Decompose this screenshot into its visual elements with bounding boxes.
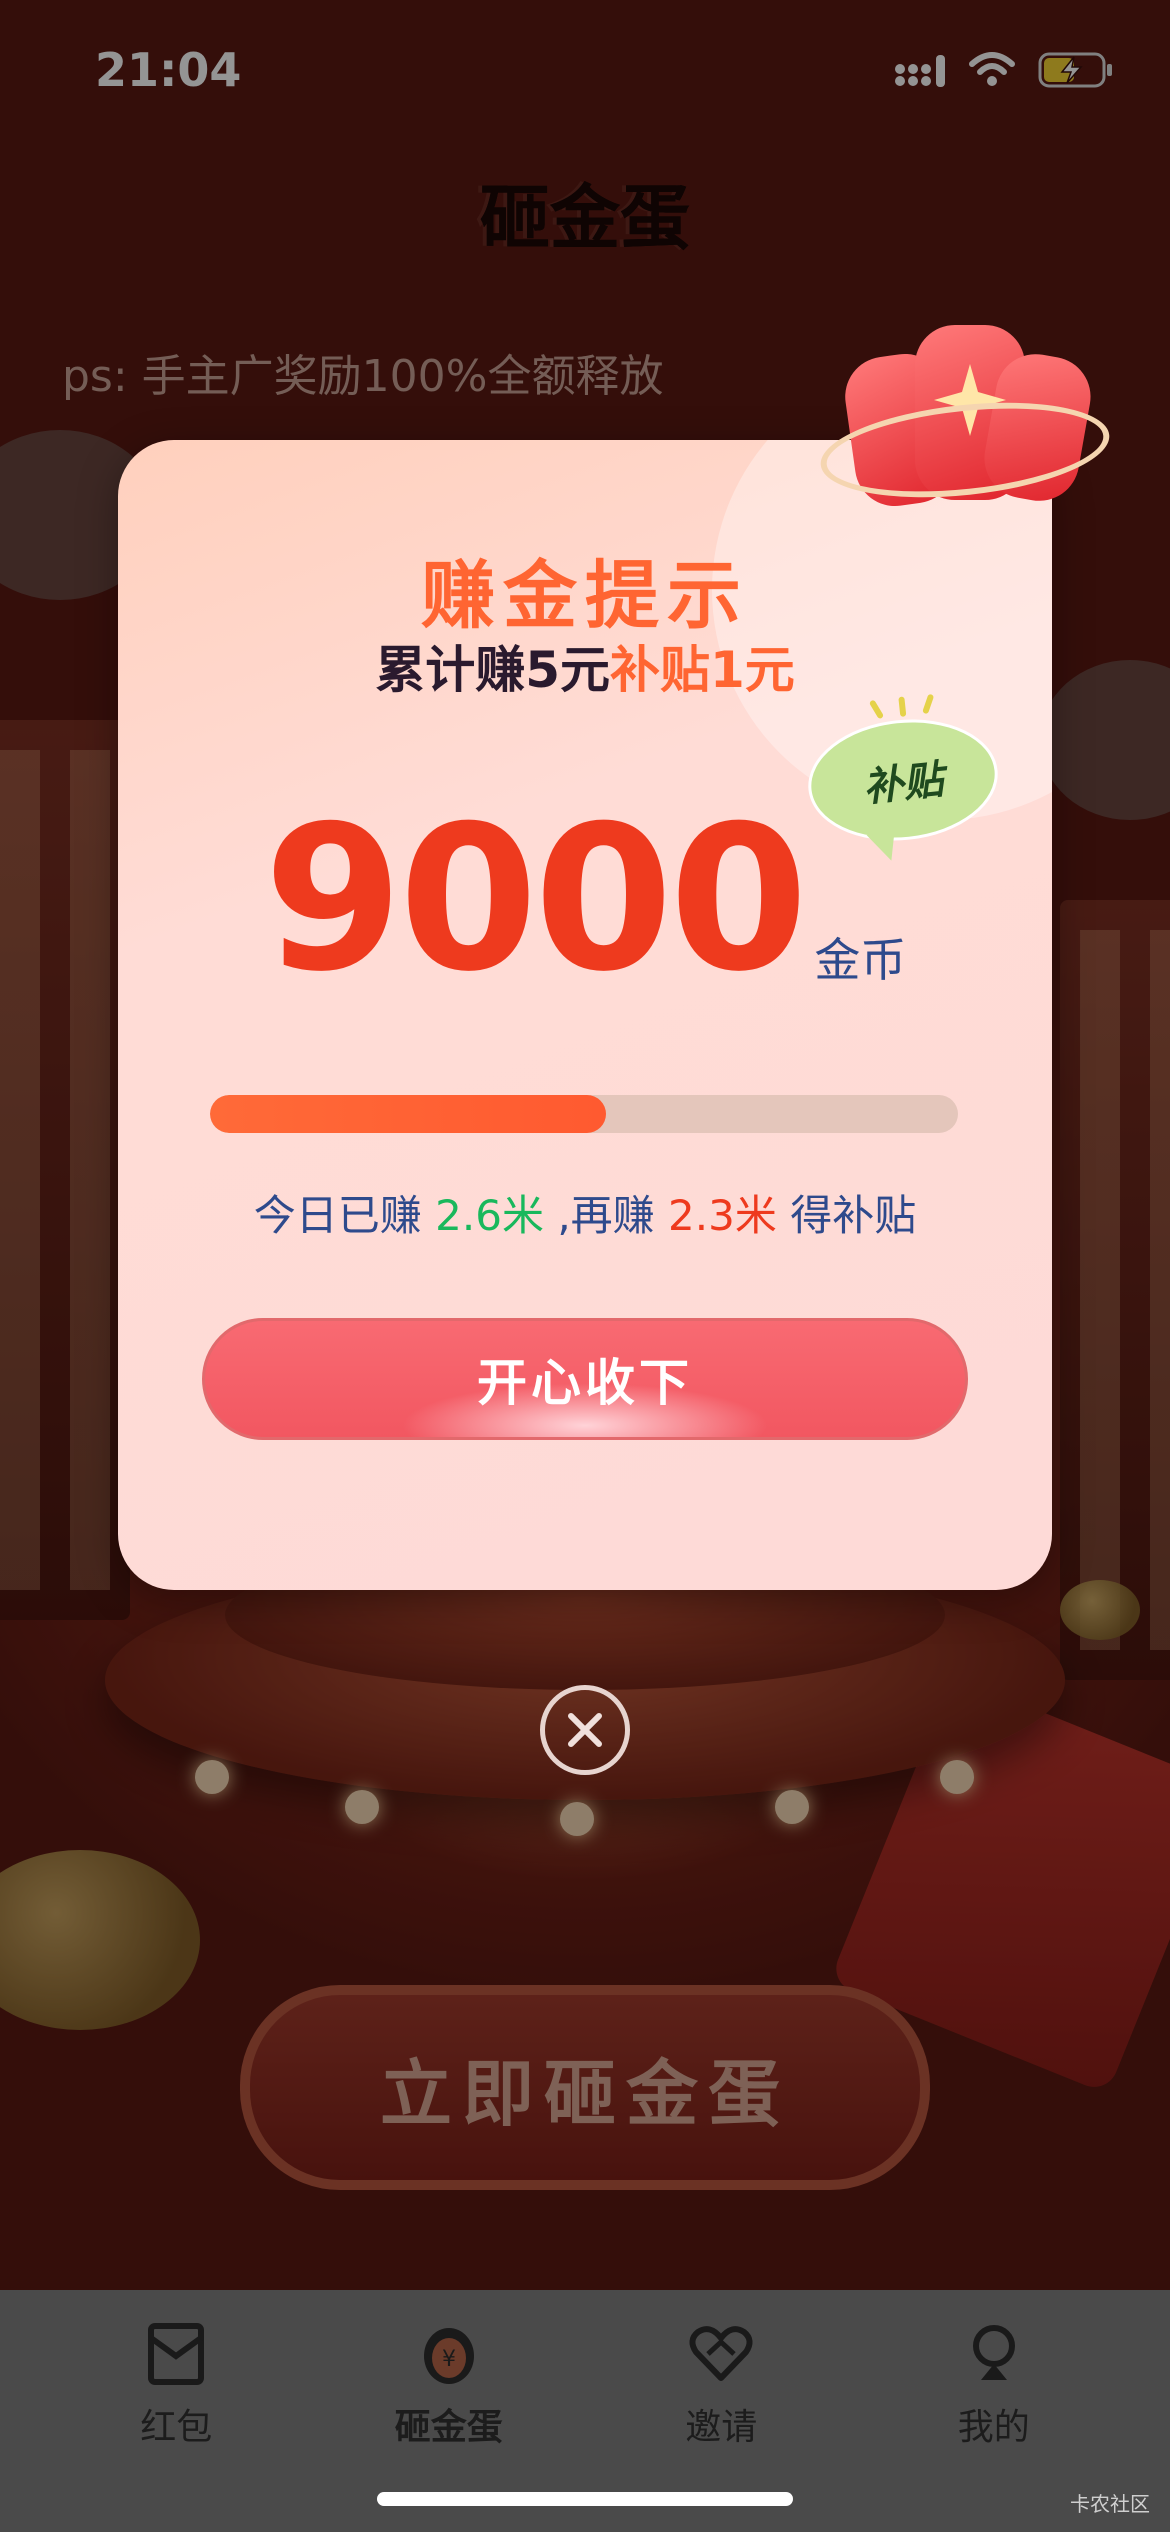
modal-subtitle: 累计赚5元补贴1元 xyxy=(118,630,1052,702)
close-icon[interactable] xyxy=(540,1685,630,1775)
tab-red-envelope[interactable]: 红包 xyxy=(76,2320,276,2532)
red-envelope-icon xyxy=(148,2323,205,2385)
tab-label: 我的 xyxy=(957,2407,1030,2448)
tab-label: 砸金蛋 xyxy=(394,2407,503,2448)
remaining-amount: 2.3米 xyxy=(668,1191,777,1240)
subtitle-prefix: 累计赚5元 xyxy=(375,641,610,699)
earn-status-text: 今日已赚 2.6米 ,再赚 2.3米 得补贴 xyxy=(118,1182,1052,1243)
accept-button[interactable]: 开心收下 xyxy=(202,1318,968,1440)
tab-label: 邀请 xyxy=(685,2407,758,2448)
earn-suffix: 得补贴 xyxy=(790,1191,917,1240)
earned-amount: 2.6米 xyxy=(435,1191,544,1240)
tab-label: 红包 xyxy=(140,2407,213,2448)
amount-row: 9000 金币 xyxy=(118,800,1052,1000)
earn-prefix: 今日已赚 xyxy=(253,1191,422,1240)
heart-handshake-icon xyxy=(689,2326,753,2381)
watermark-text: 卡农社区 xyxy=(1070,2492,1150,2516)
earn-progress-fill xyxy=(210,1095,607,1133)
earn-progress-bar xyxy=(210,1095,958,1133)
coin-unit: 金币 xyxy=(814,933,907,987)
earn-tip-modal: 赚金提示 累计赚5元补贴1元 补贴 9000 金币 今日已赚 2.6米 ,再赚 … xyxy=(118,440,1052,1590)
subtitle-highlight: 补贴1元 xyxy=(610,641,795,699)
coin-amount: 9000 xyxy=(263,783,809,1016)
home-indicator xyxy=(377,2492,793,2506)
earn-middle: ,再赚 xyxy=(557,1191,655,1240)
svg-text:¥: ¥ xyxy=(442,2347,456,2372)
gift-box-icon xyxy=(816,315,1114,555)
golden-egg-icon: ¥ xyxy=(423,2328,474,2384)
profile-icon xyxy=(972,2325,1015,2380)
tab-profile[interactable]: 我的 xyxy=(894,2320,1094,2532)
